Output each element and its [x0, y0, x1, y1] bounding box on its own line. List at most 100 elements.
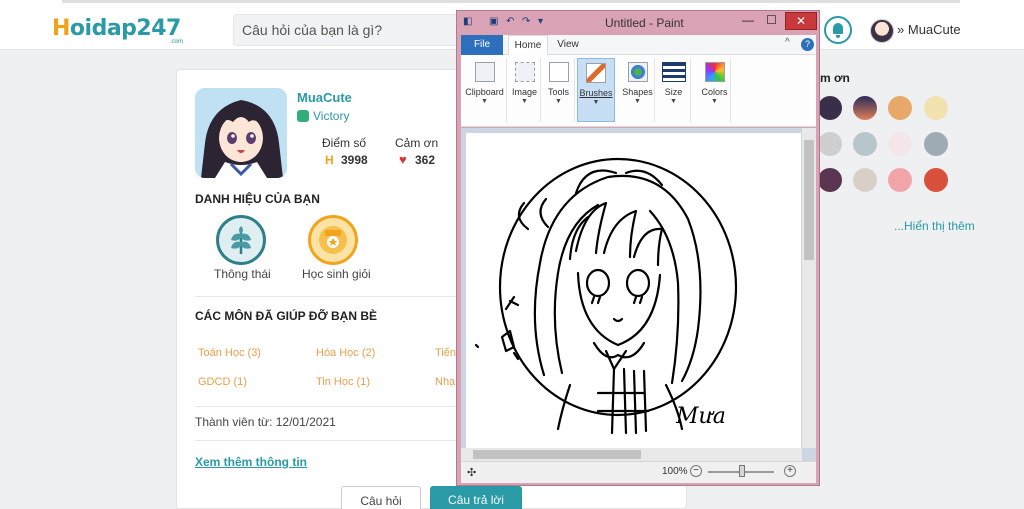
group-label: Tools — [547, 87, 569, 97]
close-button[interactable]: ✕ — [785, 12, 817, 30]
thanker-avatar[interactable] — [924, 132, 948, 156]
redo-icon[interactable]: ↷ — [522, 16, 532, 27]
subject-link[interactable]: Nhạ — [435, 376, 455, 388]
badge-label: Học sinh giỏi — [302, 267, 371, 281]
vertical-scrollbar[interactable] — [802, 128, 816, 448]
dropdown-icon: ▼ — [592, 99, 600, 106]
canvas-area: Mưa — [461, 128, 816, 461]
search-input[interactable]: Câu hỏi của bạn là gì? — [233, 14, 463, 46]
thanker-avatar[interactable] — [924, 96, 948, 120]
notification-bell-icon[interactable] — [824, 16, 852, 44]
subjects-heading: CÁC MÔN ĐÃ GIÚP ĐỠ BẠN BÈ — [195, 309, 378, 323]
subject-link[interactable]: Tin Học (1) — [316, 376, 370, 388]
show-more-link[interactable]: ...Hiển thị thêm — [894, 219, 975, 233]
anime-girl-drawing: Mưa — [474, 157, 738, 435]
thanker-avatar[interactable] — [888, 132, 912, 156]
badge-label: Thông thái — [214, 267, 271, 281]
username: MuaCute — [907, 22, 961, 37]
shapes-icon — [627, 62, 648, 82]
paint-window[interactable]: ◧ ▣ ↶ ↷ ▾ Untitled - Paint — ☐ ✕ File Ho… — [456, 10, 820, 486]
answers-button[interactable]: Câu trả lời — [430, 486, 522, 509]
logo-suffix: .com — [170, 38, 183, 45]
subject-link[interactable]: Hóa Học (2) — [316, 347, 375, 359]
wheat-badge-icon[interactable] — [216, 215, 266, 265]
member-since: Thành viên từ: 12/01/2021 — [195, 415, 336, 429]
thanker-avatar[interactable] — [853, 132, 877, 156]
group-brushes[interactable]: Brushes ▼ — [577, 58, 615, 122]
thanker-avatar[interactable] — [888, 168, 912, 192]
group-label: Size — [664, 87, 683, 97]
save-icon[interactable]: ▣ — [489, 16, 499, 27]
rank-icon — [297, 110, 309, 122]
zoom-in-button[interactable]: + — [784, 465, 796, 477]
score-icon: H — [325, 153, 334, 167]
questions-button[interactable]: Câu hỏi — [341, 486, 421, 509]
group-shapes[interactable]: Shapes ▼ — [621, 58, 655, 122]
site-logo[interactable]: Hoidap247 .com — [52, 16, 183, 45]
group-label: Brushes — [579, 88, 613, 98]
minimize-button[interactable]: — — [742, 13, 754, 27]
student-badge-icon[interactable] — [308, 215, 358, 265]
thanker-avatar[interactable] — [888, 96, 912, 120]
header-top-line — [62, 0, 960, 3]
group-label: Shapes — [622, 87, 653, 97]
paint-app-icon[interactable]: ◧ — [463, 16, 473, 27]
group-label: Image — [511, 87, 537, 97]
dropdown-icon: ▼ — [634, 98, 641, 105]
subject-link[interactable]: GDCD (1) — [198, 376, 247, 388]
thanker-avatar[interactable] — [818, 168, 842, 192]
drawing-canvas[interactable]: Mưa — [466, 133, 801, 449]
scroll-thumb[interactable] — [473, 450, 641, 459]
paint-window-title: Untitled - Paint — [605, 16, 684, 30]
status-bar: ✣ 100% − + — [461, 461, 816, 483]
ribbon-tabs: File Home View ^ ? — [461, 35, 816, 55]
zoom-out-button[interactable]: − — [690, 465, 702, 477]
scroll-thumb[interactable] — [804, 140, 814, 260]
brush-icon — [586, 63, 606, 83]
group-clipboard[interactable]: Clipboard ▼ — [463, 58, 507, 122]
horizontal-scrollbar[interactable] — [461, 448, 802, 461]
user-avatar[interactable] — [870, 19, 894, 43]
titles-heading: DANH HIỆU CỦA BẠN — [195, 192, 320, 206]
qat-dropdown-icon[interactable]: ▾ — [538, 16, 548, 27]
dropdown-icon: ▼ — [481, 98, 488, 105]
thanker-avatar[interactable] — [853, 168, 877, 192]
group-colors[interactable]: Colors ▼ — [699, 58, 731, 122]
collapse-ribbon-icon[interactable]: ^ — [785, 37, 790, 48]
heart-icon: ♥ — [399, 152, 407, 167]
logo-text: oidap247 — [69, 16, 181, 41]
score-label: Điểm số — [322, 136, 367, 150]
more-info-link[interactable]: Xem thêm thông tin — [195, 455, 307, 469]
subject-link[interactable]: Tiến — [435, 347, 456, 359]
thanks-sidebar-title: m ơn — [820, 71, 850, 85]
tab-home[interactable]: Home — [508, 35, 548, 55]
undo-icon[interactable]: ↶ — [506, 16, 516, 27]
user-menu[interactable]: » MuaCute — [897, 22, 961, 37]
maximize-button[interactable]: ☐ — [766, 13, 777, 27]
logo-h-mark: H — [52, 16, 70, 41]
group-image[interactable]: Image ▼ — [509, 58, 541, 122]
zoom-slider-thumb[interactable] — [739, 465, 745, 477]
thanker-avatar[interactable] — [818, 132, 842, 156]
group-size[interactable]: Size ▼ — [657, 58, 691, 122]
thanker-avatar[interactable] — [853, 96, 877, 120]
rank-label: Victory — [313, 109, 350, 123]
clipboard-icon — [474, 62, 495, 82]
ribbon-home: Clipboard ▼ Image ▼ Tools ▼ Brushes ▼ Sh… — [461, 55, 816, 127]
tab-view[interactable]: View — [553, 35, 583, 55]
size-icon — [661, 62, 686, 82]
thanker-avatar[interactable] — [818, 96, 842, 120]
profile-name[interactable]: MuaCute — [297, 90, 352, 105]
subject-link[interactable]: Toán Học (3) — [198, 347, 261, 359]
tab-file[interactable]: File — [461, 35, 503, 55]
paint-titlebar[interactable]: ◧ ▣ ↶ ↷ ▾ Untitled - Paint — ☐ ✕ — [457, 11, 819, 35]
move-icon: ✣ — [467, 467, 477, 479]
help-icon[interactable]: ? — [801, 38, 814, 51]
tools-icon — [548, 62, 569, 82]
thanker-avatar[interactable] — [924, 168, 948, 192]
thanks-label: Cảm ơn — [395, 136, 439, 150]
dropdown-icon: ▼ — [711, 98, 718, 105]
group-tools[interactable]: Tools ▼ — [543, 58, 575, 122]
score-value: 3998 — [341, 153, 368, 167]
signature: Mưa — [675, 404, 726, 429]
